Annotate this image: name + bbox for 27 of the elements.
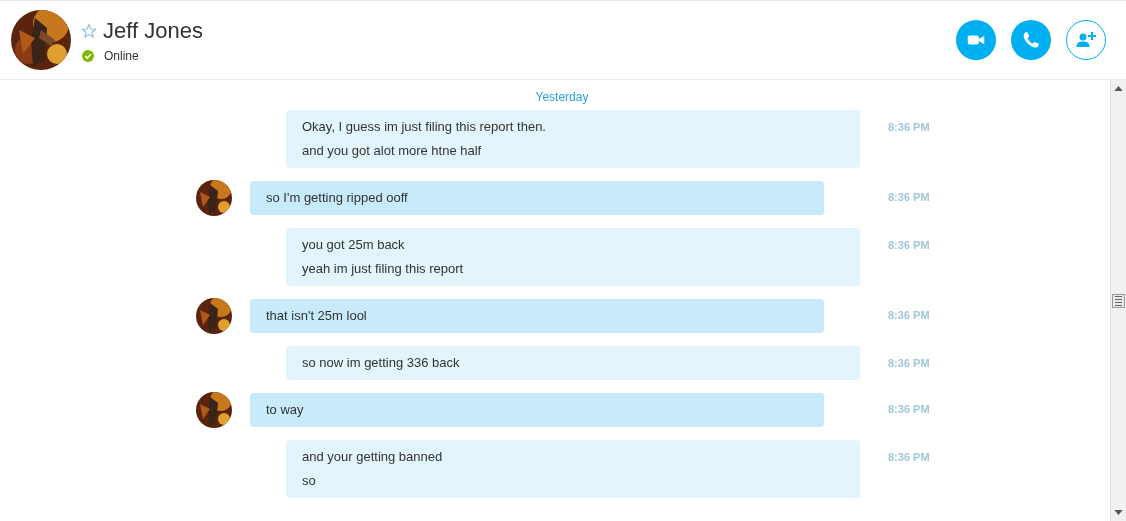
message-time: 8:36 PM xyxy=(888,357,930,369)
message-text: you got 25m back xyxy=(302,236,406,254)
message-text: to way xyxy=(266,401,305,419)
date-divider: Yesterday xyxy=(534,90,590,104)
message-time: 8:36 PM xyxy=(888,191,930,203)
scroll-up-icon[interactable] xyxy=(1114,86,1123,91)
message-text: so xyxy=(302,472,317,490)
message-text: and you got alot more htne half xyxy=(302,142,483,160)
scrollbar[interactable] xyxy=(1110,80,1126,521)
message-time: 8:36 PM xyxy=(888,121,930,133)
add-contact-button[interactable] xyxy=(1066,20,1106,60)
message-text: Okay, I guess im just filing this report then. xyxy=(302,118,547,136)
contact-name: Jeff Jones xyxy=(103,17,203,44)
message-text: that isn't 25m lool xyxy=(266,307,368,325)
message-text: so I'm getting ripped ooff xyxy=(266,189,409,207)
scroll-down-icon[interactable] xyxy=(1114,510,1123,515)
status-text: Online xyxy=(104,48,139,63)
message-time: 8:36 PM xyxy=(888,403,930,415)
message-text: yeah im just filing this report xyxy=(302,260,465,278)
message-time: 8:36 PM xyxy=(888,451,930,463)
star-icon[interactable] xyxy=(81,22,97,39)
video-call-button[interactable] xyxy=(956,20,996,60)
message-text: and your getting banned xyxy=(302,448,444,466)
message-text: so now im getting 336 back xyxy=(302,354,461,372)
call-button[interactable] xyxy=(1011,20,1051,60)
message-time: 8:36 PM xyxy=(888,309,930,321)
message-time: 8:36 PM xyxy=(888,239,930,251)
